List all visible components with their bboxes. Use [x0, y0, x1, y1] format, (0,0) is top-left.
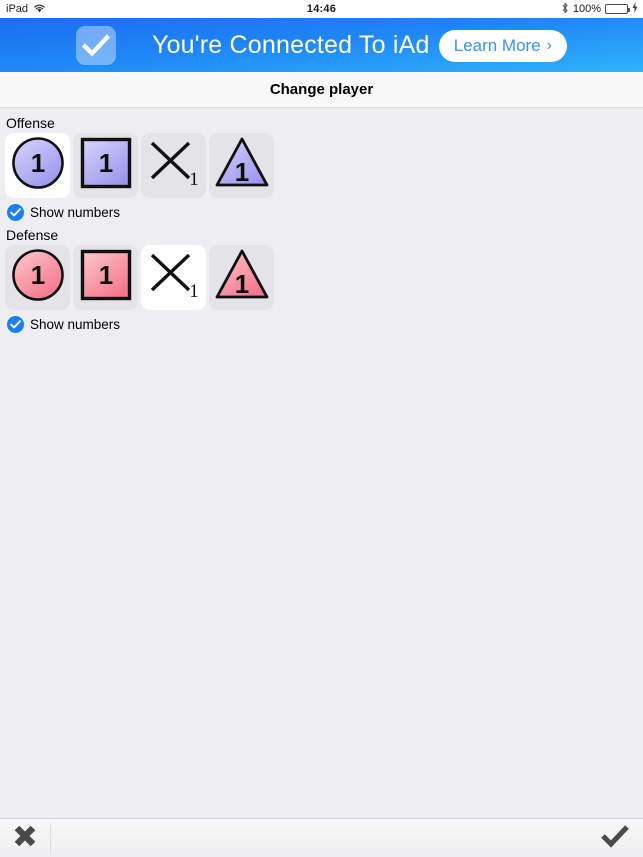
triangle-player-icon: 1 [213, 246, 271, 309]
svg-text:1: 1 [234, 157, 248, 187]
svg-text:1: 1 [30, 260, 44, 290]
svg-text:1: 1 [98, 148, 112, 178]
learn-more-label: Learn More [453, 36, 541, 55]
iad-headline: You're Connected To iAd [152, 30, 430, 59]
triangle-player-icon: 1 [213, 134, 271, 197]
show-numbers-checkbox[interactable]: Show numbers [0, 310, 643, 333]
circle-player-icon: 1 [9, 134, 67, 197]
close-x-icon [12, 823, 38, 854]
shape-option-circle[interactable]: 1 [5, 133, 70, 198]
section-label: Defense [6, 227, 59, 243]
battery-icon [605, 4, 630, 14]
shape-option-cross[interactable]: 1 [141, 133, 206, 198]
page-title: Change player [269, 81, 374, 98]
charging-bolt-icon [632, 2, 638, 16]
shape-option-row: 1 1 1 1 [0, 245, 643, 310]
svg-text:1: 1 [30, 148, 44, 178]
circle-player-icon: 1 [9, 246, 67, 309]
shape-option-triangle[interactable]: 1 [209, 245, 274, 310]
shape-option-triangle[interactable]: 1 [209, 133, 274, 198]
title-bar: Change player [0, 72, 643, 108]
status-bar-time: 14:46 [306, 3, 337, 15]
shape-option-circle[interactable]: 1 [5, 245, 70, 310]
cancel-button[interactable] [12, 823, 38, 854]
toolbar-divider [50, 823, 51, 854]
svg-text:1: 1 [189, 169, 199, 190]
app-root: iPad 14:46 100% You're Connected To iAd … [0, 0, 643, 857]
battery-percent: 100% [572, 3, 601, 15]
square-player-icon: 1 [77, 134, 135, 197]
svg-text:1: 1 [189, 281, 199, 302]
cross-player-icon: 1 [145, 134, 203, 197]
bluetooth-icon [561, 2, 569, 17]
iad-banner[interactable]: You're Connected To iAd Learn More › [0, 18, 643, 72]
square-player-icon: 1 [77, 246, 135, 309]
status-bar: iPad 14:46 100% [0, 0, 643, 18]
svg-text:1: 1 [234, 269, 248, 299]
section-defense: Defense 1 1 1 1 Show numbers [0, 223, 643, 333]
chevron-right-icon: › [546, 37, 552, 54]
shape-option-row: 1 1 1 1 [0, 133, 643, 198]
section-label: Offense [6, 115, 55, 131]
checkbox-checked-icon [7, 316, 24, 333]
content-area: Offense 1 1 1 1 Show numbers Defense 1 1 1 1 Show n… [0, 109, 643, 818]
show-numbers-checkbox[interactable]: Show numbers [0, 198, 643, 221]
svg-text:1: 1 [98, 260, 112, 290]
shape-option-square[interactable]: 1 [73, 133, 138, 198]
confirm-button[interactable] [601, 823, 629, 854]
shape-option-square[interactable]: 1 [73, 245, 138, 310]
checkbox-label: Show numbers [30, 317, 121, 332]
bottom-toolbar [0, 818, 643, 857]
cross-player-icon: 1 [145, 246, 203, 309]
status-bar-right: 100% [561, 2, 638, 17]
section-offense: Offense 1 1 1 1 Show numbers [0, 111, 643, 221]
shape-option-cross[interactable]: 1 [141, 245, 206, 310]
checkmark-icon [601, 823, 629, 854]
checkmark-icon [76, 26, 116, 65]
learn-more-button[interactable]: Learn More › [438, 30, 567, 62]
sections-host: Offense 1 1 1 1 Show numbers Defense 1 1 1 1 Show n… [0, 111, 643, 333]
checkbox-checked-icon [7, 204, 24, 221]
checkbox-label: Show numbers [30, 205, 121, 220]
